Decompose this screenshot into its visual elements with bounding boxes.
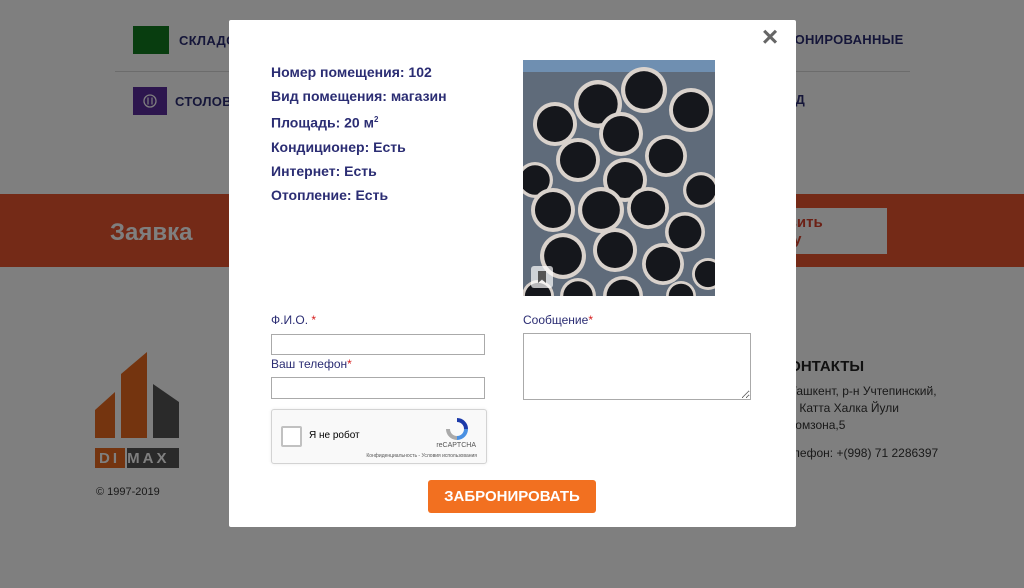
required-mark: *: [311, 313, 317, 327]
room-area: Площадь: 20 м2: [271, 108, 447, 135]
close-icon[interactable]: ×: [758, 23, 782, 51]
required-mark: *: [588, 313, 593, 327]
booking-modal: × Номер помещения: 102 Вид помещения: ма…: [229, 20, 796, 527]
message-textarea[interactable]: [523, 333, 751, 400]
room-type: Вид помещения: магазин: [271, 88, 447, 104]
message-label-text: Сообщение: [523, 313, 589, 327]
name-label: Ф.И.О. *: [271, 313, 316, 327]
room-heating: Отопление: Есть: [271, 186, 389, 203]
room-info: Номер помещения: 102 Вид помещения: мага…: [271, 60, 447, 207]
room-photo: [523, 60, 715, 296]
message-label: Сообщение*: [523, 313, 593, 327]
pipe-hole: [536, 105, 574, 143]
bookmark-icon[interactable]: [531, 266, 553, 288]
pipe-hole: [534, 191, 572, 229]
pipe-hole: [630, 190, 666, 226]
name-label-text: Ф.И.О.: [271, 313, 312, 327]
room-number: Номер помещения: 102: [271, 64, 432, 80]
room-internet: Интернет: Есть: [271, 162, 377, 179]
recaptcha-brand: reCAPTCHA: [436, 442, 476, 449]
pipe-hole: [602, 115, 640, 153]
name-input[interactable]: [271, 334, 485, 355]
phone-label-text: Ваш телефон: [271, 357, 348, 371]
pipe-hole: [645, 246, 681, 282]
pipe-hole: [648, 138, 684, 174]
recaptcha-widget: Я не робот reCAPTCHA Конфиденциальность …: [271, 409, 487, 464]
pipe-hole: [625, 71, 663, 109]
phone-input[interactable]: [271, 377, 485, 399]
recaptcha-links[interactable]: Конфиденциальность - Условия использован…: [366, 453, 477, 459]
pipe-hole: [668, 215, 702, 249]
room-area-value: Площадь: 20 м: [271, 114, 374, 131]
recaptcha-label: Я не робот: [309, 430, 360, 441]
area-unit-sup: 2: [373, 115, 379, 124]
recaptcha-logo-icon: [446, 418, 468, 440]
pipe-hole: [582, 191, 620, 229]
phone-label: Ваш телефон*: [271, 357, 352, 371]
pipe-hole: [596, 231, 634, 269]
pipe-hole: [559, 141, 597, 179]
pipe-hole: [672, 91, 710, 129]
room-ac: Кондиционер: Есть: [271, 138, 406, 155]
pipe-hole: [686, 175, 715, 205]
book-button[interactable]: ЗАБРОНИРОВАТЬ: [428, 480, 596, 513]
required-mark: *: [347, 357, 352, 371]
recaptcha-checkbox[interactable]: [281, 426, 302, 447]
